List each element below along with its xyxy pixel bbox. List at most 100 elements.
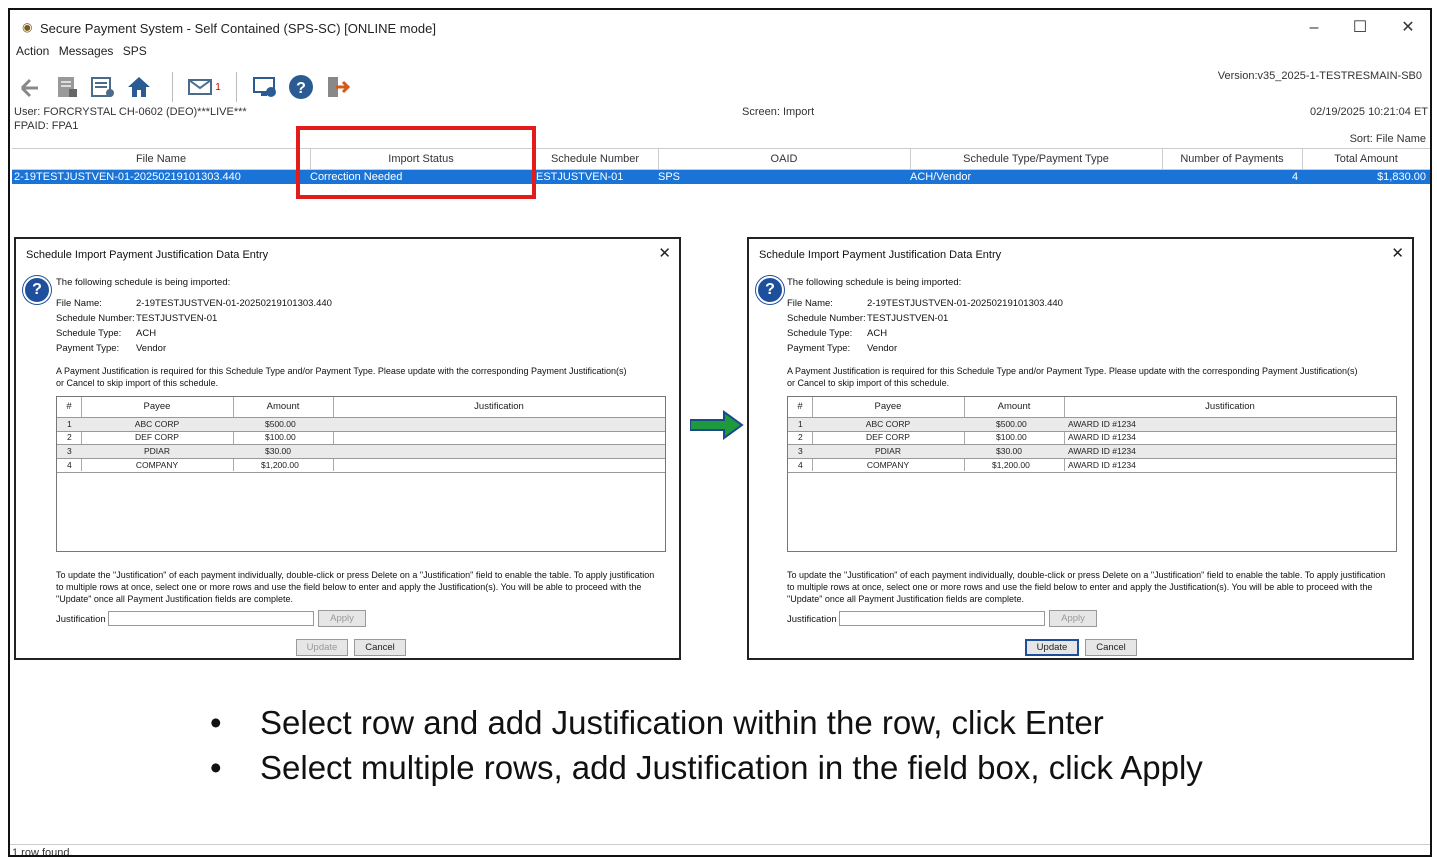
cell-number: 2 — [67, 432, 72, 442]
instruction-line-3: "Update" once all Payment Justification … — [787, 594, 1025, 604]
cell-amount: $1,200.00 — [992, 460, 1030, 470]
col-schedule-type[interactable]: Schedule Type/Payment Type — [910, 153, 1162, 165]
notice-line-1: A Payment Justification is required for … — [56, 366, 627, 376]
col-oaid[interactable]: OAID — [658, 153, 910, 165]
maximize-button[interactable]: ☐ — [1346, 16, 1374, 40]
cell-justification[interactable]: AWARD ID #1234 — [1068, 459, 1136, 472]
schedule-number-label: Schedule Number: — [56, 313, 135, 324]
cell-number: 3 — [67, 446, 72, 456]
logout-icon[interactable] — [322, 72, 352, 102]
cell-file-name: 2-19TESTJUSTVEN-01-20250219101303.440 — [14, 171, 241, 183]
file-name-label: File Name: — [56, 298, 102, 309]
cell-amount: $500.00 — [996, 419, 1027, 429]
arrow-right-icon — [690, 410, 744, 440]
instruction-line-3: "Update" once all Payment Justification … — [56, 594, 294, 604]
col-file-name[interactable]: File Name — [12, 153, 310, 165]
table-row[interactable]: 2-19TESTJUSTVEN-01-20250219101303.440 Co… — [12, 170, 1430, 184]
sort-label[interactable]: Sort: File Name — [1350, 133, 1426, 145]
grid-header: File Name Import Status Schedule Number … — [12, 148, 1430, 170]
table-row[interactable]: 2 DEF CORP $100.00 AWARD ID #1234 — [788, 431, 1396, 445]
notice-line-2: or Cancel to skip import of this schedul… — [787, 378, 950, 388]
menu-action[interactable]: Action — [16, 44, 49, 58]
screen-label: Screen: Import — [742, 106, 815, 118]
instruction-line-1: To update the "Justification" of each pa… — [787, 570, 1386, 580]
bullet-item: • Select multiple rows, add Justification… — [210, 749, 1203, 786]
dialog-title: Schedule Import Payment Justification Da… — [26, 249, 269, 261]
payment-type-value: Vendor — [867, 343, 898, 354]
status-bar-text: 1 row found. — [12, 847, 73, 857]
cell-justification[interactable]: AWARD ID #1234 — [1068, 418, 1136, 431]
close-window-button[interactable]: ✕ — [1394, 16, 1422, 40]
cell-justification[interactable]: AWARD ID #1234 — [1068, 445, 1136, 458]
cell-number: 4 — [67, 460, 72, 470]
payment-table[interactable]: # Payee Amount Justification 1 ABC CORP … — [56, 396, 666, 552]
monitor-settings-icon[interactable] — [250, 72, 280, 102]
cell-payee: ABC CORP — [865, 419, 911, 429]
minimize-button[interactable]: – — [1300, 16, 1328, 40]
col-number-of-payments[interactable]: Number of Payments — [1162, 153, 1302, 165]
table-row[interactable]: 4 COMPANY $1,200.00 — [57, 459, 665, 473]
file-name-value: 2-19TESTJUSTVEN-01-20250219101303.440 — [136, 298, 332, 309]
table-row[interactable]: 4 COMPANY $1,200.00 AWARD ID #1234 — [788, 459, 1396, 473]
col-schedule-number[interactable]: Schedule Number — [532, 153, 658, 165]
col-total-amount[interactable]: Total Amount — [1302, 153, 1430, 165]
schedule-type-value: ACH — [867, 328, 888, 339]
cell-amount: $100.00 — [996, 432, 1027, 442]
cell-payee: COMPANY — [866, 460, 910, 470]
table-row[interactable]: 2 DEF CORP $100.00 — [57, 431, 665, 445]
bullet-text: Select multiple rows, add Justification … — [260, 749, 1203, 786]
cell-justification[interactable]: AWARD ID #1234 — [1068, 431, 1136, 444]
question-icon: ? — [23, 276, 51, 304]
th-payee: Payee — [143, 401, 171, 412]
instruction-line-1: To update the "Justification" of each pa… — [56, 570, 655, 580]
apply-button[interactable]: Apply — [318, 610, 366, 627]
file-name-value: 2-19TESTJUSTVEN-01-20250219101303.440 — [867, 298, 1063, 309]
report-icon[interactable] — [52, 72, 82, 102]
table-row[interactable]: 3 PDIAR $30.00 AWARD ID #1234 — [788, 445, 1396, 459]
menu-sps[interactable]: SPS — [123, 44, 147, 58]
cell-number: 2 — [798, 432, 803, 442]
payment-type-value: Vendor — [136, 343, 167, 354]
schedule-number-label: Schedule Number: — [787, 313, 866, 324]
cell-schedule-type: ACH/Vendor — [910, 171, 972, 183]
cell-amount: $30.00 — [996, 446, 1022, 456]
user-label: User: FORCRYSTAL CH-0602 (DEO)***LIVE*** — [14, 106, 247, 118]
payment-table[interactable]: # Payee Amount Justification 1 ABC CORP … — [787, 396, 1397, 552]
table-row[interactable]: 3 PDIAR $30.00 — [57, 445, 665, 459]
table-row[interactable]: 1 ABC CORP $500.00 — [57, 417, 665, 432]
update-button[interactable]: Update — [1025, 639, 1079, 656]
justification-input[interactable] — [839, 611, 1045, 626]
fpaid-label: FPAID: FPA1 — [14, 120, 79, 132]
table-row[interactable]: 1 ABC CORP $500.00 AWARD ID #1234 — [788, 417, 1396, 432]
justification-input[interactable] — [108, 611, 314, 626]
cancel-button[interactable]: Cancel — [354, 639, 406, 656]
help-icon[interactable]: ? — [286, 72, 316, 102]
schedule-icon[interactable] — [88, 72, 118, 102]
cell-payee: DEF CORP — [866, 432, 910, 442]
menu-messages[interactable]: Messages — [59, 44, 114, 58]
cell-amount: $500.00 — [265, 419, 296, 429]
cell-payee: ABC CORP — [134, 419, 180, 429]
messages-mail-icon[interactable]: 1 — [182, 72, 226, 102]
question-icon: ? — [756, 276, 784, 304]
cancel-button[interactable]: Cancel — [1085, 639, 1137, 656]
window-title: Secure Payment System - Self Contained (… — [40, 21, 436, 36]
app-window: ◉ Secure Payment System - Self Contained… — [8, 8, 1432, 857]
dialog-close-button[interactable]: ✕ — [658, 244, 671, 262]
cell-payee: PDIAR — [144, 446, 170, 456]
cell-amount: $100.00 — [265, 432, 296, 442]
instruction-line-2: to multiple rows at once, select one or … — [56, 582, 642, 592]
dialog-before: Schedule Import Payment Justification Da… — [14, 237, 681, 660]
schedule-number-value: TESTJUSTVEN-01 — [867, 313, 949, 324]
home-icon[interactable] — [124, 72, 154, 102]
dialog-close-button[interactable]: ✕ — [1391, 244, 1404, 262]
apply-button[interactable]: Apply — [1049, 610, 1097, 627]
cell-number: 1 — [798, 419, 803, 429]
instruction-line-2: to multiple rows at once, select one or … — [787, 582, 1373, 592]
undo-icon[interactable] — [16, 72, 46, 102]
update-button[interactable]: Update — [296, 639, 348, 656]
cell-number: 4 — [798, 460, 803, 470]
status-divider — [10, 844, 1430, 845]
bullet-item: • Select row and add Justification within… — [210, 704, 1104, 741]
title-bar: ◉ Secure Payment System - Self Contained… — [10, 10, 1430, 46]
